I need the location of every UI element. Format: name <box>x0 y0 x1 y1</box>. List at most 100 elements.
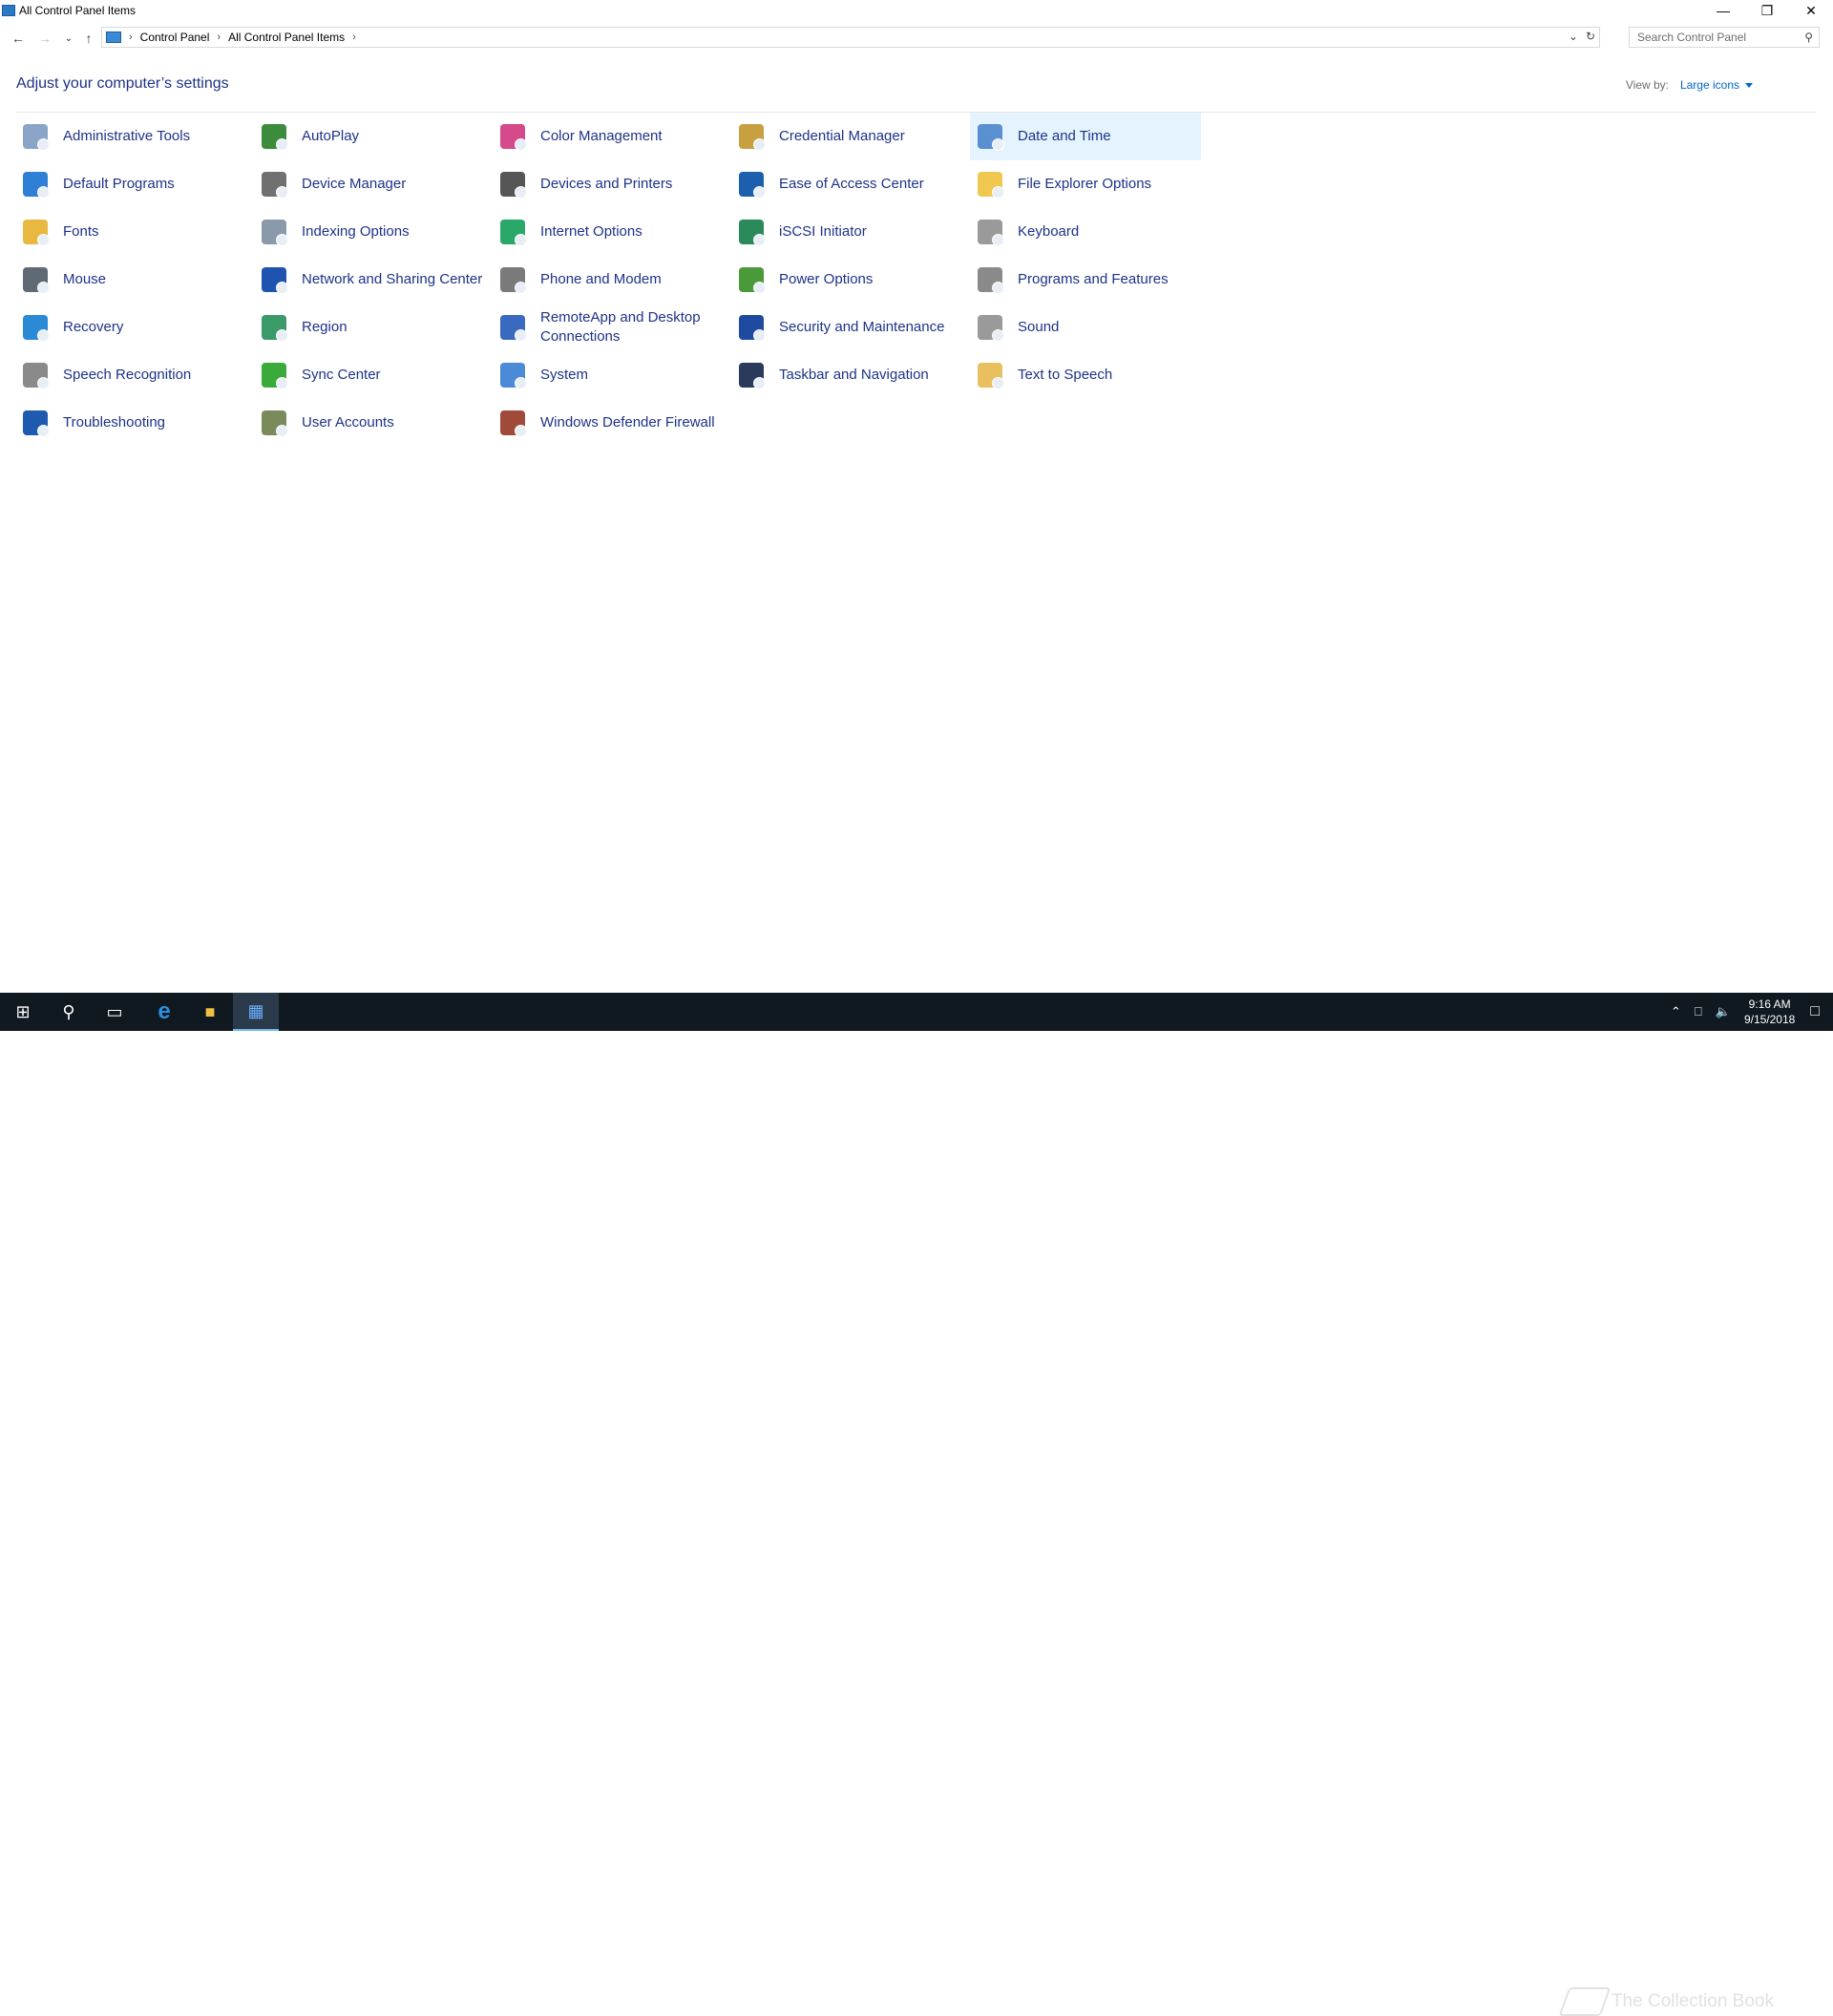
refresh-icon[interactable]: ↻ <box>1586 30 1595 43</box>
control-panel-item[interactable]: Device Manager <box>254 160 485 208</box>
item-label: File Explorer Options <box>1018 176 1152 192</box>
view-by-label: View by: <box>1625 78 1669 92</box>
control-panel-item[interactable]: User Accounts <box>254 399 485 447</box>
control-panel-item[interactable]: Taskbar and Navigation <box>731 351 962 399</box>
icon-accent <box>515 329 527 342</box>
control-panel-item[interactable]: Color Management <box>493 113 724 160</box>
item-label: Recovery <box>63 319 124 335</box>
chevron-right-icon[interactable]: › <box>352 32 356 43</box>
control-panel-item[interactable]: AutoPlay <box>254 113 485 160</box>
icon-accent <box>753 138 766 151</box>
search-button[interactable]: ⚲ <box>46 993 92 1031</box>
control-panel-item[interactable]: Date and Time <box>970 113 1201 160</box>
administrative-tools-icon <box>19 120 52 153</box>
item-label: Internet Options <box>540 223 643 240</box>
window-title: All Control Panel Items <box>19 4 137 17</box>
task-view-button[interactable]: ▭ <box>92 993 137 1031</box>
control-panel-icon <box>2 5 15 16</box>
chevron-up-icon[interactable]: ⌃ <box>1671 1004 1681 1019</box>
item-label: Troubleshooting <box>63 414 166 430</box>
up-button[interactable]: ↑ <box>80 29 97 48</box>
control-panel-item[interactable]: Administrative Tools <box>15 113 246 160</box>
control-panel-taskbar-button[interactable]: ▦ <box>233 993 279 1031</box>
internet-explorer-button[interactable]: e <box>141 993 187 1031</box>
search-box[interactable]: ⚲ <box>1629 27 1820 48</box>
control-panel-item[interactable]: Indexing Options <box>254 208 485 256</box>
close-button[interactable]: ✕ <box>1789 0 1833 21</box>
remoteapp-icon <box>496 311 529 344</box>
restore-button[interactable]: ❐ <box>1745 0 1789 21</box>
programs-and-features-icon <box>974 263 1006 296</box>
action-center-button[interactable]: □ <box>1810 1003 1820 1020</box>
search-input[interactable] <box>1637 31 1790 44</box>
recent-locations-button[interactable]: ⌄ <box>60 29 77 48</box>
control-panel-item[interactable]: Windows Defender Firewall <box>493 399 724 447</box>
icon-accent <box>276 138 288 151</box>
control-panel-item[interactable]: iSCSI Initiator <box>731 208 962 256</box>
address-bar[interactable]: › Control Panel › All Control Panel Item… <box>101 27 1600 48</box>
control-panel-item[interactable]: Credential Manager <box>731 113 962 160</box>
control-panel-item[interactable]: Default Programs <box>15 160 246 208</box>
control-panel-item[interactable]: Programs and Features <box>970 256 1201 304</box>
icon-accent <box>37 282 50 294</box>
back-button[interactable]: ← <box>10 29 27 48</box>
control-panel-item[interactable]: Network and Sharing Center <box>254 256 485 304</box>
file-explorer-button[interactable]: ■ <box>187 993 233 1031</box>
fonts-icon <box>19 216 52 248</box>
control-panel-item[interactable]: Power Options <box>731 256 962 304</box>
breadcrumb-all-items[interactable]: All Control Panel Items <box>228 31 345 44</box>
item-label: Phone and Modem <box>540 271 662 287</box>
search-icon[interactable]: ⚲ <box>1804 31 1813 44</box>
volume-icon[interactable]: 🔈 <box>1716 1004 1731 1019</box>
network-icon[interactable]: ⎕ <box>1695 1004 1702 1019</box>
clock[interactable]: 9:16 AM 9/15/2018 <box>1744 997 1795 1027</box>
item-label: Programs and Features <box>1018 271 1169 287</box>
icon-accent <box>37 234 50 246</box>
icon-accent <box>37 186 50 199</box>
windows-logo-icon: ⊞ <box>15 1001 31 1021</box>
icon-accent <box>276 329 288 342</box>
navigation-bar: ← → ⌄ ↑ › Control Panel › All Control Pa… <box>0 27 1833 50</box>
text-to-speech-icon <box>974 359 1006 391</box>
icon-accent <box>753 234 766 246</box>
control-panel-item[interactable]: Recovery <box>15 304 246 351</box>
control-panel-item[interactable]: Sync Center <box>254 351 485 399</box>
control-panel-item[interactable]: Sound <box>970 304 1201 351</box>
chevron-right-icon[interactable]: › <box>217 32 221 43</box>
clock-time: 9:16 AM <box>1748 998 1791 1011</box>
control-panel-item[interactable]: System <box>493 351 724 399</box>
view-by-dropdown[interactable]: Large icons <box>1680 78 1739 92</box>
start-button[interactable]: ⊞ <box>0 993 46 1031</box>
control-panel-item[interactable]: Speech Recognition <box>15 351 246 399</box>
item-label: User Accounts <box>302 414 394 430</box>
control-panel-item[interactable]: Devices and Printers <box>493 160 724 208</box>
control-panel-item[interactable]: Phone and Modem <box>493 256 724 304</box>
item-label: System <box>540 367 589 383</box>
item-label: Network and Sharing Center <box>302 271 483 287</box>
icon-accent <box>515 186 527 199</box>
forward-button[interactable]: → <box>36 29 53 48</box>
clock-date: 9/15/2018 <box>1743 1013 1796 1026</box>
control-panel-item[interactable]: Troubleshooting <box>15 399 246 447</box>
date-and-time-icon <box>974 120 1006 153</box>
item-label: Security and Maintenance <box>779 319 945 335</box>
up-arrow-icon: ↑ <box>85 31 93 46</box>
control-panel-item[interactable]: Security and Maintenance <box>731 304 962 351</box>
taskbar: ⊞ ⚲ ▭ e ■ ▦ The Collection Book ⌃ ⎕ 🔈 9:… <box>0 993 1833 2016</box>
taskbar-navigation-icon <box>735 359 768 391</box>
control-panel-item[interactable]: Internet Options <box>493 208 724 256</box>
address-dropdown-icon[interactable]: ⌄ <box>1569 30 1578 43</box>
control-panel-item[interactable]: File Explorer Options <box>970 160 1201 208</box>
caret-down-icon[interactable] <box>1745 82 1753 88</box>
control-panel-item[interactable]: Mouse <box>15 256 246 304</box>
control-panel-item[interactable]: Ease of Access Center <box>731 160 962 208</box>
control-panel-item[interactable]: Region <box>254 304 485 351</box>
security-maintenance-flag-icon <box>735 311 768 344</box>
breadcrumb-control-panel[interactable]: Control Panel <box>140 31 210 44</box>
control-panel-item[interactable]: Text to Speech <box>970 351 1201 399</box>
minimize-button[interactable]: — <box>1701 0 1745 21</box>
control-panel-item[interactable]: RemoteApp and Desktop Connections <box>493 304 724 351</box>
control-panel-item[interactable]: Fonts <box>15 208 246 256</box>
close-icon: ✕ <box>1805 2 1817 18</box>
control-panel-item[interactable]: Keyboard <box>970 208 1201 256</box>
